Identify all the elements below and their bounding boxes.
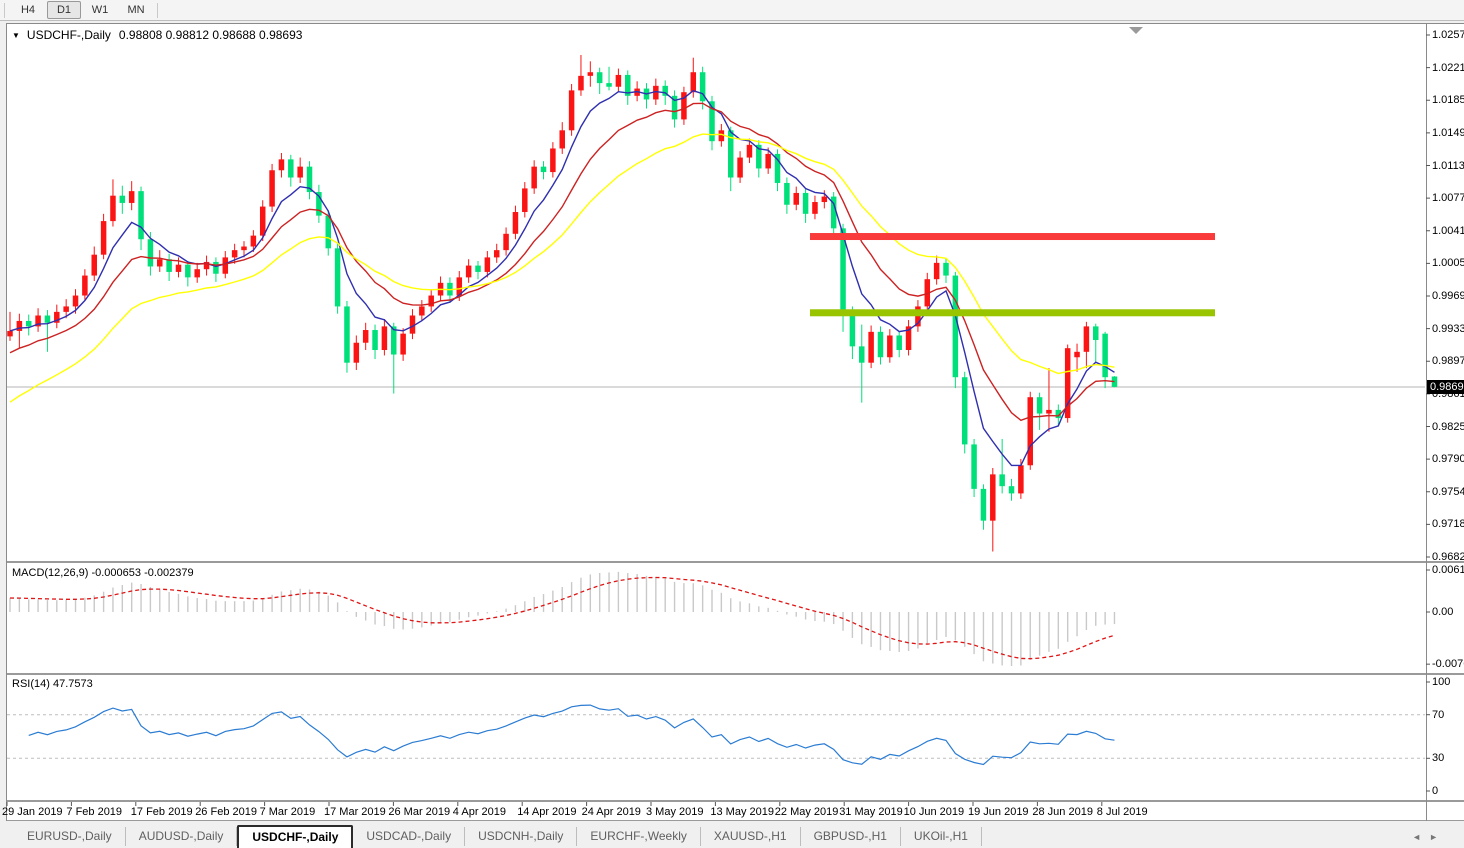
timeframe-button-h4[interactable]: H4 — [11, 1, 45, 19]
price-tick-label: 0.97900 — [1432, 453, 1464, 465]
ohlc-values: 0.98808 0.98812 0.98688 0.98693 — [119, 28, 303, 42]
date-tick-label: 24 Apr 2019 — [582, 806, 641, 818]
macd-label: MACD(12,26,9) -0.000653 -0.002379 — [12, 567, 194, 579]
panel-splitter[interactable] — [7, 561, 1464, 563]
price-tick-label: 1.01130 — [1432, 160, 1464, 172]
price-tick-label: 1.01490 — [1432, 127, 1464, 139]
date-tick-label: 13 May 2019 — [710, 806, 774, 818]
chart-tab-audusddaily[interactable]: AUDUSD-,Daily — [126, 827, 238, 846]
price-tick-label: 0.96820 — [1432, 551, 1464, 563]
date-tick-label: 7 Feb 2019 — [66, 806, 122, 818]
current-price-tag: 0.98693 — [1427, 380, 1464, 394]
date-tick-label: 17 Mar 2019 — [324, 806, 386, 818]
tab-next-icon[interactable]: ► — [1429, 832, 1446, 842]
symbol-label: USDCHF-,Daily — [27, 28, 111, 42]
tab-scroll-arrows[interactable]: ◄► — [1412, 832, 1446, 842]
panel-splitter — [7, 800, 1464, 802]
date-tick-label: 26 Feb 2019 — [195, 806, 257, 818]
price-tick-label: 0.98250 — [1432, 421, 1464, 433]
chart-tab-eurusddaily[interactable]: EURUSD-,Daily — [14, 827, 126, 846]
price-tick-label: 1.02210 — [1432, 62, 1464, 74]
date-tick-label: 4 Apr 2019 — [453, 806, 506, 818]
timeframe-button-mn[interactable]: MN — [119, 1, 153, 19]
chart-title: ▼ USDCHF-,Daily 0.98808 0.98812 0.98688 0.… — [12, 28, 302, 42]
price-tick-label: 1.00770 — [1432, 192, 1464, 204]
timeframe-toolbar: H4D1W1MN — [0, 0, 1464, 21]
rsi-panel[interactable] — [7, 675, 1426, 800]
symbol-tab-bar: EURUSD-,DailyAUDUSD-,DailyUSDCHF-,DailyU… — [0, 821, 1464, 848]
date-tick-label: 10 Jun 2019 — [904, 806, 965, 818]
price-tick-label: 1.00410 — [1432, 225, 1464, 237]
chart-tab-usdcaddaily[interactable]: USDCAD-,Daily — [353, 827, 465, 846]
price-tick-label: 1.02570 — [1432, 29, 1464, 41]
rsi-tick-label: 0 — [1432, 785, 1438, 797]
rsi-tick-label: 100 — [1432, 676, 1450, 688]
date-tick-label: 17 Feb 2019 — [131, 806, 193, 818]
macd-tick-label: -0.007612 — [1432, 658, 1464, 670]
panel-splitter[interactable] — [7, 673, 1464, 675]
chart-tab-usdcnhdaily[interactable]: USDCNH-,Daily — [465, 827, 577, 846]
rsi-tick-label: 70 — [1432, 709, 1444, 721]
price-tick-label: 0.97540 — [1432, 486, 1464, 498]
chart-tab-usdchfdaily[interactable]: USDCHF-,Daily — [237, 825, 353, 848]
macd-tick-label: 0.00613 — [1432, 564, 1464, 576]
toolbar-divider — [4, 3, 5, 18]
rsi-label: RSI(14) 47.7573 — [12, 678, 93, 690]
price-axis-separator — [1426, 24, 1427, 821]
macd-panel[interactable] — [7, 563, 1426, 673]
chart-tab-ukoilh1[interactable]: UKOil-,H1 — [901, 827, 982, 846]
timeframe-button-d1[interactable]: D1 — [47, 1, 81, 19]
tab-prev-icon[interactable]: ◄ — [1412, 832, 1429, 842]
main-chart-area[interactable] — [7, 24, 1426, 561]
date-tick-label: 8 Jul 2019 — [1097, 806, 1148, 818]
price-tick-label: 1.00050 — [1432, 257, 1464, 269]
chart-tab-xauusdh1[interactable]: XAUUSD-,H1 — [701, 827, 801, 846]
date-tick-label: 29 Jan 2019 — [2, 806, 63, 818]
price-tick-label: 0.99330 — [1432, 323, 1464, 335]
chart-tab-gbpusdh1[interactable]: GBPUSD-,H1 — [801, 827, 901, 846]
macd-tick-label: 0.00 — [1432, 606, 1453, 618]
date-tick-label: 3 May 2019 — [646, 806, 703, 818]
date-tick-label: 19 Jun 2019 — [968, 806, 1029, 818]
date-tick-label: 26 Mar 2019 — [388, 806, 450, 818]
date-tick-label: 7 Mar 2019 — [260, 806, 316, 818]
date-tick-label: 31 May 2019 — [839, 806, 903, 818]
price-tick-label: 0.99690 — [1432, 290, 1464, 302]
date-tick-label: 22 May 2019 — [775, 806, 839, 818]
chart-tab-eurchfweekly[interactable]: EURCHF-,Weekly — [577, 827, 700, 846]
rsi-tick-label: 30 — [1432, 752, 1444, 764]
toolbar-divider — [157, 3, 158, 18]
price-tick-label: 0.98970 — [1432, 355, 1464, 367]
symbol-dropdown-icon[interactable]: ▼ — [12, 31, 20, 40]
date-tick-label: 28 Jun 2019 — [1032, 806, 1093, 818]
date-tick-label: 14 Apr 2019 — [517, 806, 576, 818]
price-tick-label: 1.01850 — [1432, 94, 1464, 106]
price-tick-label: 0.97180 — [1432, 518, 1464, 530]
timeframe-button-w1[interactable]: W1 — [83, 1, 117, 19]
